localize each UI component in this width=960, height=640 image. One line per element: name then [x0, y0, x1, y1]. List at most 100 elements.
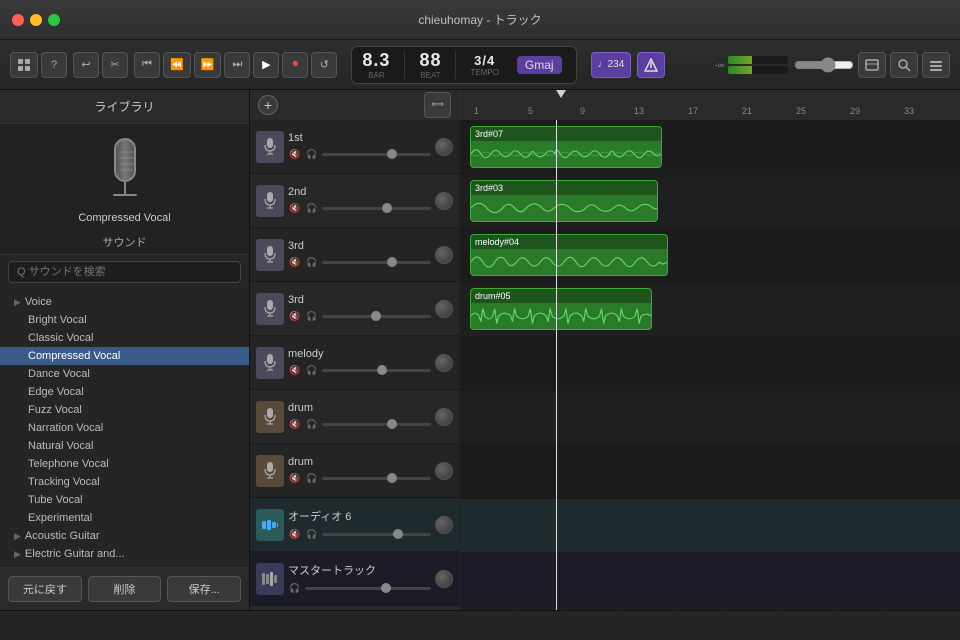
waveform-3rd03: [471, 195, 657, 221]
preset-edge-vocal[interactable]: Edge Vocal: [0, 383, 249, 401]
headphone-1st[interactable]: 🎧: [305, 147, 319, 161]
preset-fuzz-vocal[interactable]: Fuzz Vocal: [0, 401, 249, 419]
fader-drum2[interactable]: [322, 477, 431, 480]
fader-2nd[interactable]: [322, 207, 431, 210]
fader-3rd-b[interactable]: [322, 315, 431, 318]
record-button[interactable]: ⏺: [282, 52, 308, 78]
waveform-drum05: [471, 303, 651, 329]
play-button[interactable]: ▶: [253, 52, 279, 78]
pan-3rd-a[interactable]: [435, 246, 453, 264]
track-icon-drum: [256, 401, 284, 433]
clip-3rd07[interactable]: 3rd#07: [470, 126, 662, 168]
main-area: ライブラリ Compressed Vocal サウンド: [0, 90, 960, 610]
transport-buttons: ⏮ ⏪ ⏩ ⏭ ▶ ⏺ ↺: [134, 52, 337, 78]
sound-search-input[interactable]: [8, 261, 241, 283]
track-controls-audio6: 🔇 🎧: [288, 527, 431, 541]
fader-drum[interactable]: [322, 423, 431, 426]
preset-tube-vocal[interactable]: Tube Vocal: [0, 491, 249, 509]
save-button[interactable]: 保存...: [167, 576, 241, 602]
settings-button[interactable]: [922, 52, 950, 78]
help-button[interactable]: ?: [41, 52, 67, 78]
track-row-drum: drum 🔇 🎧: [250, 390, 459, 444]
mute-melody[interactable]: 🔇: [288, 363, 302, 377]
fast-forward-button[interactable]: ⏩: [194, 52, 222, 78]
headphone-drum2[interactable]: 🎧: [305, 471, 319, 485]
preset-dance-vocal[interactable]: Dance Vocal: [0, 365, 249, 383]
preset-natural-vocal[interactable]: Natural Vocal: [0, 437, 249, 455]
undo-button[interactable]: ↩: [73, 52, 99, 78]
headphone-melody[interactable]: 🎧: [305, 363, 319, 377]
key-display[interactable]: Gmaj: [517, 56, 562, 74]
preset-compressed-vocal[interactable]: Compressed Vocal: [0, 347, 249, 365]
track-icon-2nd: [256, 185, 284, 217]
tuner-button[interactable]: ♩234: [591, 52, 632, 78]
mute-drum2[interactable]: 🔇: [288, 471, 302, 485]
pan-3rd-b[interactable]: [435, 300, 453, 318]
waveform-3rd07: [471, 141, 661, 167]
collapse-tracks-button[interactable]: ⟺: [424, 92, 451, 118]
clip-drum05[interactable]: drum#05: [470, 288, 652, 330]
pan-drum2[interactable]: [435, 462, 453, 480]
skip-back-button[interactable]: ⏭: [224, 52, 250, 78]
nav-category-acoustic[interactable]: ▶ Acoustic Guitar: [0, 527, 249, 545]
headphone-audio6[interactable]: 🎧: [305, 527, 319, 541]
headphone-3rd-b[interactable]: 🎧: [305, 309, 319, 323]
editor-button[interactable]: [858, 52, 886, 78]
nav-category-voice[interactable]: ▶ Voice: [0, 293, 249, 311]
headphone-drum[interactable]: 🎧: [305, 417, 319, 431]
fader-master[interactable]: [305, 587, 431, 590]
pan-drum[interactable]: [435, 408, 453, 426]
fader-1st[interactable]: [322, 153, 431, 156]
track-controls-3rd-a: 🔇 🎧: [288, 255, 431, 269]
mute-1st[interactable]: 🔇: [288, 147, 302, 161]
library-nav: ▶ Voice Bright Vocal Classic Vocal Compr…: [0, 289, 249, 567]
mute-audio6[interactable]: 🔇: [288, 527, 302, 541]
pan-2nd[interactable]: [435, 192, 453, 210]
add-track-button[interactable]: +: [258, 95, 278, 115]
nav-category-electric[interactable]: ▶ Electric Guitar and...: [0, 545, 249, 563]
scissors-button[interactable]: ✂: [102, 52, 128, 78]
mute-3rd-a[interactable]: 🔇: [288, 255, 302, 269]
master-volume-slider[interactable]: [794, 57, 854, 73]
headphone-2nd[interactable]: 🎧: [305, 201, 319, 215]
window-buttons[interactable]: [12, 14, 60, 26]
fader-audio6[interactable]: [322, 533, 431, 536]
mute-3rd-b[interactable]: 🔇: [288, 309, 302, 323]
preset-experimental[interactable]: Experimental: [0, 509, 249, 527]
close-button[interactable]: [12, 14, 24, 26]
preset-classic-vocal[interactable]: Classic Vocal: [0, 329, 249, 347]
preset-tracking-vocal[interactable]: Tracking Vocal: [0, 473, 249, 491]
preset-narration-vocal[interactable]: Narration Vocal: [0, 419, 249, 437]
pan-1st[interactable]: [435, 138, 453, 156]
fast-backward-button[interactable]: ⏪: [163, 52, 191, 78]
pan-master[interactable]: [435, 570, 453, 588]
back-button[interactable]: 元に戻す: [8, 576, 82, 602]
bg-row-5: [460, 336, 960, 390]
titlebar: chieuhomay - トラック: [0, 0, 960, 40]
maximize-button[interactable]: [48, 14, 60, 26]
preset-telephone-vocal[interactable]: Telephone Vocal: [0, 455, 249, 473]
minimize-button[interactable]: [30, 14, 42, 26]
zoom-button[interactable]: [890, 52, 918, 78]
headphone-3rd-a[interactable]: 🎧: [305, 255, 319, 269]
headphone-master[interactable]: 🎧: [288, 581, 302, 595]
metronome-button[interactable]: [637, 52, 665, 78]
track-name-3rd-b: 3rd: [288, 294, 431, 306]
pan-melody[interactable]: [435, 354, 453, 372]
delete-button[interactable]: 削除: [88, 576, 162, 602]
track-name-2nd: 2nd: [288, 186, 431, 198]
rewind-button[interactable]: ⏮: [134, 52, 160, 78]
clip-3rd03[interactable]: 3rd#03: [470, 180, 658, 222]
track-info-3rd-b: 3rd 🔇 🎧: [288, 294, 431, 323]
loop-button[interactable]: ↺: [311, 52, 337, 78]
clip-melody04[interactable]: melody#04: [470, 234, 668, 276]
pan-audio6[interactable]: [435, 516, 453, 534]
library-button[interactable]: [10, 52, 38, 78]
mute-drum[interactable]: 🔇: [288, 417, 302, 431]
fader-melody[interactable]: [322, 369, 431, 372]
fader-3rd-a[interactable]: [322, 261, 431, 264]
mute-2nd[interactable]: 🔇: [288, 201, 302, 215]
status-text: [10, 618, 20, 633]
preset-bright-vocal[interactable]: Bright Vocal: [0, 311, 249, 329]
clip-label-melody04: melody#04: [471, 235, 667, 249]
